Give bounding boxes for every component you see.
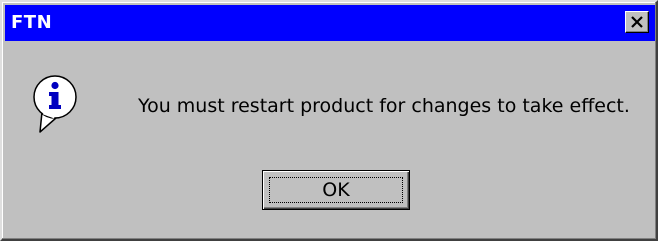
window-title: FTN	[11, 12, 53, 33]
dialog-message: You must restart product for changes to …	[138, 95, 630, 117]
ok-button[interactable]: OK	[262, 170, 410, 210]
title-bar[interactable]: FTN	[5, 5, 655, 41]
message-dialog: FTN You must restart product for changes…	[0, 0, 658, 241]
close-button[interactable]	[625, 11, 649, 33]
close-icon	[631, 16, 643, 28]
focus-rectangle: OK	[269, 177, 403, 203]
info-icon	[30, 74, 80, 138]
ok-button-label: OK	[322, 179, 350, 201]
